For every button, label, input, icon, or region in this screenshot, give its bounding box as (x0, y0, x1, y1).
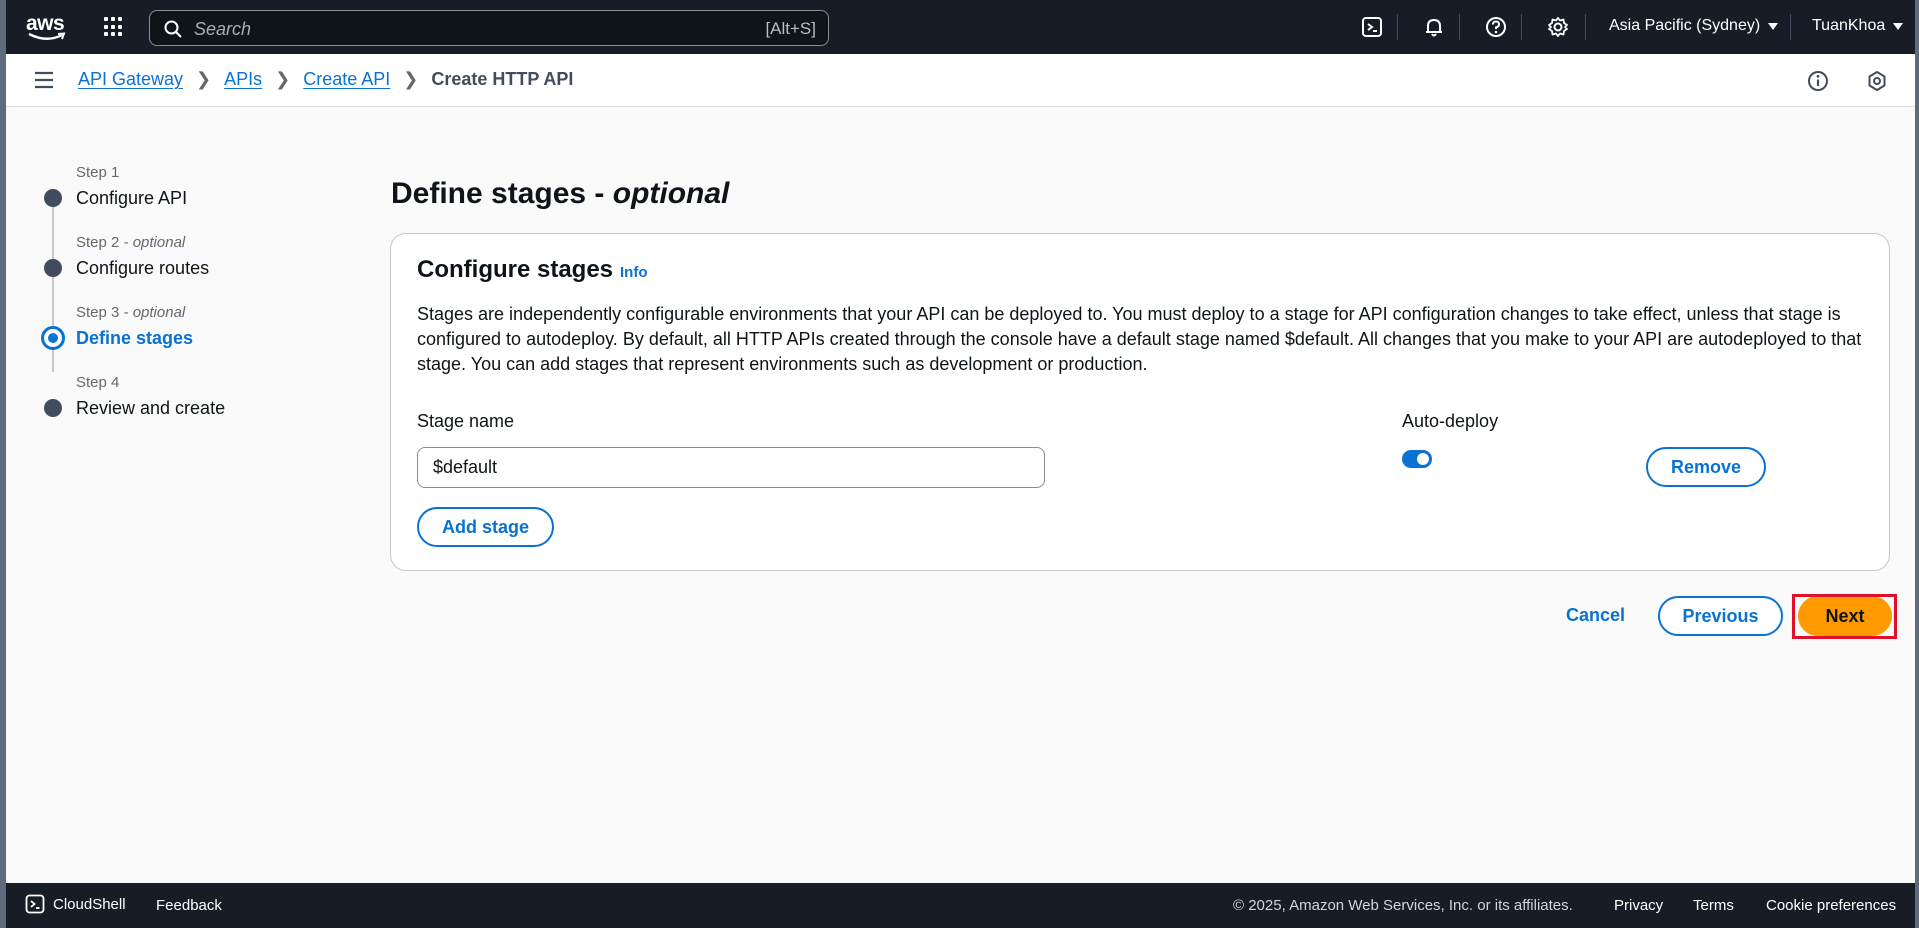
cloudshell-icon[interactable] (1360, 15, 1384, 39)
account-name: TuanKhoa (1812, 17, 1886, 34)
top-navigation: aws [Alt+S] (6, 0, 1915, 54)
remove-stage-button[interactable]: Remove (1646, 447, 1766, 487)
step-status-dot (44, 189, 62, 207)
panel-description: Stages are independently configurable en… (417, 304, 1862, 374)
info-link[interactable]: Info (620, 264, 648, 281)
search-shortcut: [Alt+S] (765, 19, 816, 38)
step-name: Configure API (76, 188, 188, 208)
breadcrumb-apis[interactable]: APIs (224, 69, 262, 90)
region-label: Asia Pacific (Sydney) (1609, 17, 1761, 34)
stage-name-label: Stage name (417, 411, 515, 431)
step-name: Define stages (76, 328, 194, 348)
previous-button[interactable]: Previous (1658, 596, 1783, 636)
nav-divider (1585, 14, 1586, 40)
services-menu-icon[interactable] (104, 17, 124, 37)
info-panel-icon[interactable] (1806, 69, 1830, 93)
step-number: Step 2 - optional (76, 234, 186, 251)
step-current-dot (41, 326, 65, 350)
footer-copyright: © 2025, Amazon Web Services, Inc. or its… (1233, 897, 1573, 914)
search-input[interactable] (194, 17, 714, 41)
search-bar[interactable]: [Alt+S] (149, 10, 829, 46)
nav-divider (1521, 14, 1522, 40)
step-status-dot (44, 259, 62, 277)
region-selector[interactable]: Asia Pacific (Sydney) (1609, 17, 1779, 35)
footer-feedback[interactable]: Feedback (156, 897, 222, 914)
add-stage-button[interactable]: Add stage (417, 507, 554, 547)
aws-smile-icon (28, 32, 66, 40)
breadcrumb-current: Create HTTP API (431, 69, 574, 89)
step-number: Step 1 (76, 164, 120, 181)
breadcrumb: API Gateway ❯ APIs ❯ Create API ❯ Create… (78, 69, 573, 90)
nav-divider (1790, 14, 1791, 40)
cloudshell-label: CloudShell (53, 895, 126, 913)
step-name: Review and create (76, 398, 226, 418)
search-icon (164, 20, 182, 38)
panel-title: Configure stages (417, 256, 614, 283)
chevron-right-icon: ❯ (403, 69, 419, 89)
footer-cookie-preferences[interactable]: Cookie preferences (1766, 897, 1896, 914)
cancel-button[interactable]: Cancel (1566, 605, 1625, 626)
footer-terms[interactable]: Terms (1693, 897, 1734, 914)
next-button[interactable]: Next (1798, 596, 1892, 636)
nav-divider (1397, 14, 1398, 40)
tools-panel-icon[interactable] (1865, 69, 1889, 93)
aws-logo[interactable]: aws (26, 12, 70, 42)
auto-deploy-toggle[interactable] (1402, 450, 1432, 468)
step-number: Step 4 (76, 374, 120, 391)
breadcrumb-api-gateway[interactable]: API Gateway (78, 69, 183, 90)
console-window: aws [Alt+S] (6, 0, 1915, 928)
footer-cloudshell[interactable]: CloudShell (25, 894, 126, 914)
notifications-bell-icon[interactable] (1422, 15, 1446, 39)
cloudshell-icon (25, 894, 45, 914)
nav-divider (1459, 14, 1460, 40)
configure-stages-panel: Configure stages Info Stages are indepen… (390, 233, 1890, 571)
chevron-right-icon: ❯ (196, 69, 212, 89)
footer: CloudShell Feedback © 2025, Amazon Web S… (6, 883, 1915, 928)
breadcrumb-create-api[interactable]: Create API (303, 69, 390, 90)
settings-gear-icon[interactable] (1546, 15, 1570, 39)
step-number: Step 3 - optional (76, 304, 186, 321)
breadcrumb-bar: API Gateway ❯ APIs ❯ Create API ❯ Create… (6, 54, 1915, 107)
page-title: Define stages - optional (391, 177, 730, 210)
caret-down-icon (1768, 22, 1779, 30)
auto-deploy-label: Auto-deploy (1402, 411, 1499, 431)
footer-privacy[interactable]: Privacy (1614, 897, 1663, 914)
help-icon[interactable] (1484, 15, 1508, 39)
step-name: Configure routes (76, 258, 210, 278)
chevron-right-icon: ❯ (275, 69, 291, 89)
step-status-dot (44, 399, 62, 417)
account-menu[interactable]: TuanKhoa (1812, 17, 1904, 35)
caret-down-icon (1893, 22, 1904, 30)
menu-hamburger-icon[interactable] (34, 71, 54, 89)
stage-name-input[interactable] (417, 447, 1045, 488)
